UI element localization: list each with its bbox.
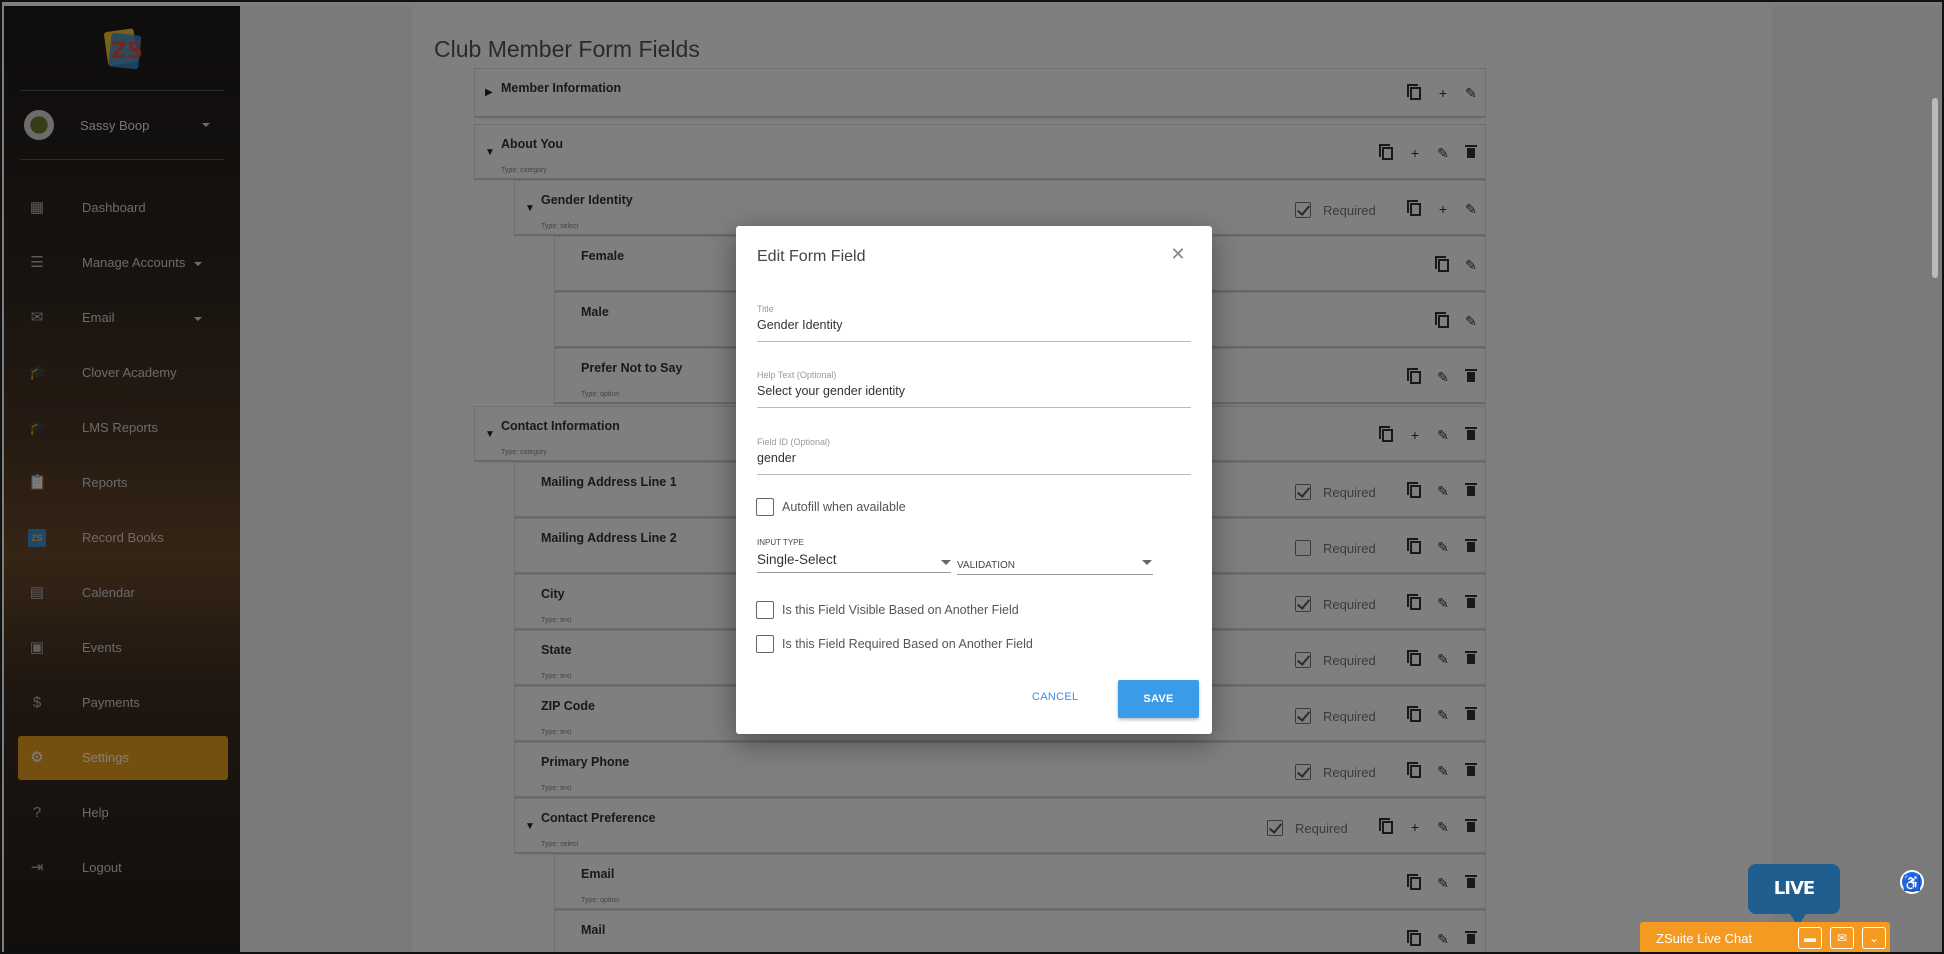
field-label: Field ID (Optional) <box>757 437 831 447</box>
chat-icon[interactable]: ▬ <box>1798 927 1822 949</box>
close-icon[interactable]: ✕ <box>1168 244 1188 264</box>
input-type-underline <box>757 572 951 573</box>
validation-select[interactable]: VALIDATION <box>957 560 1015 571</box>
live-chat-badge[interactable]: LIVE CHAT <box>1748 864 1840 949</box>
input-type-select[interactable]: Single-Select <box>757 552 837 567</box>
visible-based-label: Is this Field Visible Based on Another F… <box>782 603 1019 617</box>
help-text-input[interactable] <box>757 384 1191 398</box>
chevron-down-icon[interactable]: ⌄ <box>1862 927 1886 949</box>
email-icon[interactable]: ✉ <box>1830 927 1854 949</box>
live-chat-label: ZSuite Live Chat <box>1656 931 1753 946</box>
accessibility-icon[interactable]: ♿ <box>1900 870 1924 894</box>
field-label: Help Text (Optional) <box>757 370 837 380</box>
required-based-label: Is this Field Required Based on Another … <box>782 637 1033 651</box>
field-id-field[interactable]: Field ID (Optional) <box>757 431 1191 475</box>
title-field[interactable]: Title <box>757 298 1191 342</box>
save-button[interactable]: SAVE <box>1118 680 1199 718</box>
scrollbar[interactable] <box>1932 98 1938 278</box>
dialog-title: Edit Form Field <box>757 248 866 265</box>
field-id-input[interactable] <box>757 451 1191 465</box>
title-input[interactable] <box>757 318 1191 332</box>
field-label: Title <box>757 304 774 314</box>
help-text-field[interactable]: Help Text (Optional) <box>757 364 1191 408</box>
live-chat-bar[interactable]: ZSuite Live Chat ▬ ✉ ⌄ <box>1640 922 1890 952</box>
validation-underline <box>957 574 1153 575</box>
visible-based-checkbox[interactable] <box>756 601 774 619</box>
autofill-checkbox[interactable] <box>756 498 774 516</box>
app-window: ZS Sassy Boop ▦ Dashboard ☰ Manage Accou… <box>0 0 1944 954</box>
cancel-button[interactable]: CANCEL <box>1032 691 1078 703</box>
required-based-checkbox[interactable] <box>756 635 774 653</box>
autofill-label: Autofill when available <box>782 500 906 514</box>
edit-form-field-dialog: Edit Form Field ✕ Title Help Text (Optio… <box>736 226 1212 734</box>
input-type-label: INPUT TYPE <box>757 538 804 547</box>
chevron-down-icon[interactable] <box>941 560 951 565</box>
chevron-down-icon[interactable] <box>1142 560 1152 565</box>
